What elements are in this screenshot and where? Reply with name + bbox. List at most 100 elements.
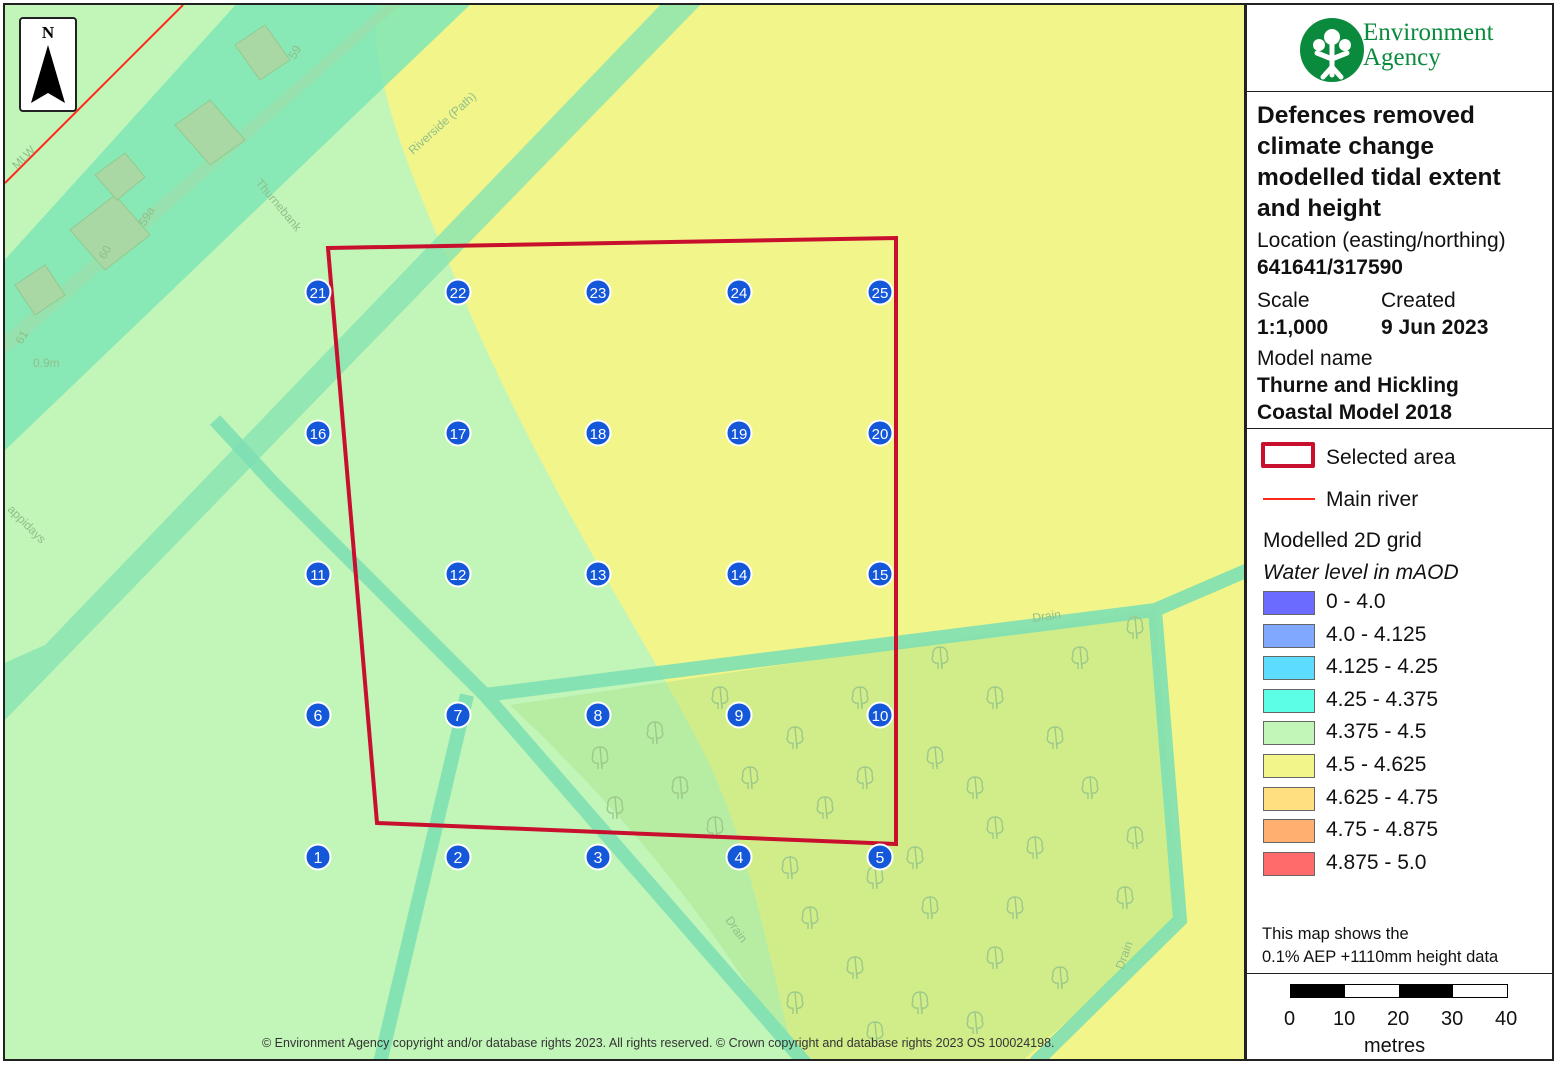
sample-point[interactable]: 25 (866, 278, 894, 306)
location-label: Location (easting/northing) (1257, 229, 1506, 252)
sample-point-label: 15 (872, 567, 889, 584)
sample-point-label: 13 (590, 567, 607, 584)
created-label: Created (1381, 289, 1456, 312)
legend-range-label: 4.625 - 4.75 (1326, 785, 1439, 809)
sample-point[interactable]: 24 (725, 278, 753, 306)
sample-point[interactable]: 17 (444, 419, 472, 447)
sample-point[interactable]: 7 (444, 701, 472, 729)
note-line-1: This map shows the (1262, 925, 1409, 943)
legend-swatch (1263, 656, 1315, 681)
sample-point-label: 7 (454, 708, 463, 725)
main-river-label: Main river (1326, 488, 1419, 511)
sample-point[interactable]: 19 (725, 419, 753, 447)
copyright-text: © Environment Agency copyright and/or da… (262, 1036, 1055, 1050)
environment-agency-logo-icon (1300, 18, 1364, 82)
legend-range-label: 4.375 - 4.5 (1326, 720, 1427, 744)
legend-range-label: 0 - 4.0 (1326, 590, 1386, 613)
legend-swatch (1263, 819, 1315, 844)
sample-point[interactable]: 5 (866, 843, 894, 871)
legend-range-label: 4.125 - 4.25 (1326, 655, 1439, 679)
sample-point[interactable]: 6 (304, 701, 332, 729)
sample-point-label: 17 (450, 426, 467, 443)
sample-point-label: 25 (872, 285, 889, 302)
created-value: 9 Jun 2023 (1381, 316, 1489, 339)
legend-swatch (1263, 688, 1315, 713)
grid-title: Modelled 2D grid (1263, 529, 1422, 552)
note-line-2: 0.1% AEP +1110mm height data (1262, 948, 1499, 966)
legend-swatch (1263, 591, 1315, 615)
sample-point-label: 11 (310, 567, 326, 584)
selected-area-swatch (1261, 442, 1315, 468)
legend-range-label: 4.5 - 4.625 (1326, 753, 1427, 776)
model-name-value: Thurne and Hickling Coastal Model 2018 (1257, 374, 1459, 424)
scale-label: Scale (1257, 289, 1310, 312)
north-arrow: N (19, 17, 77, 112)
sample-point-label: 9 (735, 708, 744, 725)
sample-point-label: 6 (314, 708, 323, 725)
sample-point[interactable]: 9 (725, 701, 753, 729)
divider (1247, 91, 1552, 92)
sample-point[interactable]: 23 (584, 278, 612, 306)
north-arrow-icon (31, 45, 65, 103)
sample-point-label: 19 (731, 426, 748, 443)
sample-point-label: 1 (314, 850, 323, 867)
sample-point-label: 12 (450, 567, 467, 584)
sample-point-label: 5 (876, 850, 885, 867)
sample-point[interactable]: 8 (584, 701, 612, 729)
sample-point[interactable]: 16 (304, 419, 332, 447)
legend-swatch (1263, 754, 1315, 778)
sample-point[interactable]: 3 (584, 843, 612, 871)
legend-range-label: 4.875 - 5.0 (1326, 850, 1427, 874)
street-label: 0.9m (33, 356, 60, 370)
scale-unit: metres (1364, 1035, 1426, 1057)
legend-swatch (1263, 786, 1315, 811)
sample-point[interactable]: 20 (866, 419, 894, 447)
sample-point[interactable]: 2 (444, 843, 472, 871)
sample-point[interactable]: 4 (725, 843, 753, 871)
scale-value: 1:1,000 (1257, 316, 1329, 339)
map-note: This map shows the 0.1% AEP +1110mm heig… (1262, 923, 1498, 969)
legend-swatch (1263, 721, 1315, 746)
sample-point[interactable]: 10 (866, 701, 894, 729)
sample-point-label: 22 (450, 285, 467, 302)
location-value: 641641/317590 (1257, 256, 1403, 279)
sample-point[interactable]: 22 (444, 278, 472, 306)
sample-point[interactable]: 18 (584, 419, 612, 447)
divider (1247, 428, 1552, 429)
sample-point[interactable]: 11 (304, 560, 332, 588)
sample-point[interactable]: 21 (304, 278, 332, 306)
legend-range-label: 4.0 - 4.125 (1326, 622, 1427, 646)
sample-point[interactable]: 1 (304, 843, 332, 871)
sample-point-label: 16 (310, 426, 327, 443)
sample-point[interactable]: 14 (725, 560, 753, 588)
selected-area-label: Selected area (1326, 446, 1456, 469)
logo-line-2: Agency (1363, 44, 1441, 71)
scale-tick: 30 (1441, 1008, 1464, 1030)
legend-range-label: 4.75 - 4.875 (1326, 818, 1439, 842)
model-name-label: Model name (1257, 347, 1373, 370)
sample-point-label: 8 (594, 708, 603, 725)
sample-point-label: 3 (594, 850, 603, 867)
sample-point-label: 18 (590, 426, 607, 443)
sample-point[interactable]: 13 (584, 560, 612, 588)
logo-text: Environment Agency (1363, 20, 1494, 70)
sample-point-label: 10 (872, 708, 889, 725)
flood-map[interactable]: 59 Riverside (Path) Thurnebank 59a 60 61… (3, 3, 1246, 1061)
scale-tick: 0 (1284, 1008, 1296, 1030)
legend-panel: Environment Agency Defences removed clim… (1246, 3, 1554, 1061)
map-title: Defences removed climate change modelled… (1257, 102, 1501, 222)
main-river-swatch (1263, 498, 1315, 500)
sample-point-label: 24 (731, 285, 748, 302)
scale-bar (1290, 984, 1508, 998)
logo-section: Environment Agency (1247, 5, 1552, 93)
divider (1247, 973, 1552, 974)
sample-point-label: 21 (310, 285, 327, 302)
legend-swatch (1263, 851, 1315, 876)
sample-point-label: 14 (731, 567, 748, 584)
sample-point[interactable]: 15 (866, 560, 894, 588)
map-canvas: 59 Riverside (Path) Thurnebank 59a 60 61… (5, 5, 1244, 1059)
sample-point-label: 20 (872, 426, 889, 443)
legend-swatch (1263, 623, 1315, 648)
sample-point[interactable]: 12 (444, 560, 472, 588)
scale-tick: 40 (1495, 1008, 1518, 1030)
